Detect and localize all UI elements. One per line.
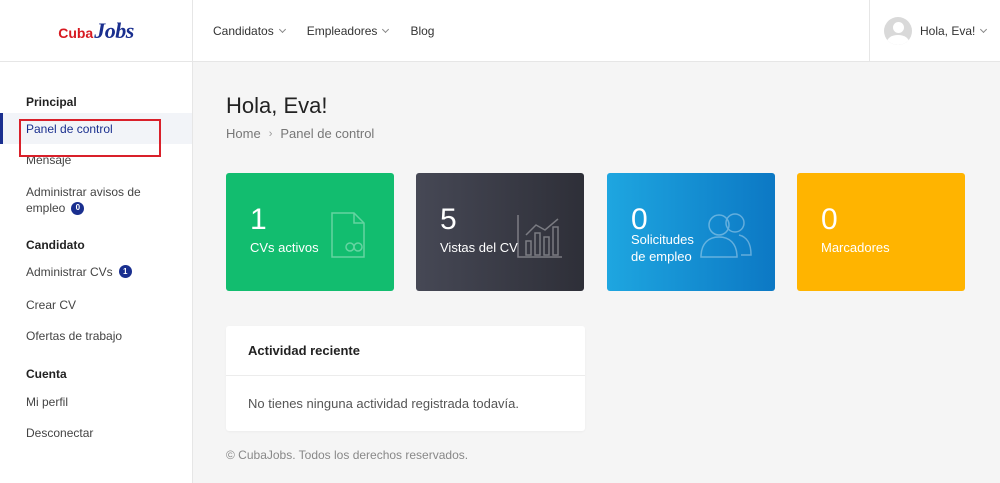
chevron-down-icon <box>382 25 390 33</box>
stat-value: 1 <box>250 203 267 236</box>
activity-title: Actividad reciente <box>226 326 585 376</box>
sidebar-item-label: Ofertas de trabajo <box>26 328 123 343</box>
section-title-candidato: Candidato <box>26 238 85 252</box>
section-title-cuenta: Cuenta <box>26 367 67 381</box>
breadcrumb-separator: › <box>268 127 273 140</box>
stat-card-marcadores[interactable]: 0 Marcadores <box>797 173 965 291</box>
sidebar-item-mi-perfil[interactable]: Mi perfil <box>0 386 192 417</box>
sidebar-item-label: Crear CV <box>26 297 77 312</box>
nav-candidatos[interactable]: Candidatos <box>213 23 286 38</box>
stat-value: 5 <box>440 203 457 236</box>
chevron-down-icon <box>278 25 286 33</box>
chevron-down-icon <box>980 25 988 34</box>
stat-label-line2: de empleo <box>631 249 692 264</box>
count-badge: 1 <box>118 265 132 278</box>
stat-label-line1: Solicitudes <box>631 232 694 247</box>
sidebar-item-label: Administrar CVs <box>26 264 113 279</box>
document-link-icon <box>331 212 365 258</box>
sidebar-item-label-line2-wrap: empleo 0 <box>26 200 192 216</box>
nav-empleadores[interactable]: Empleadores <box>306 23 390 38</box>
highlight-annotation-box <box>19 119 161 157</box>
top-header: Cuba Jobs Candidatos Empleadores Blog Ho… <box>0 0 1000 62</box>
nav-blog[interactable]: Blog <box>410 24 434 38</box>
count-badge: 0 <box>71 201 85 215</box>
bar-chart-icon <box>517 215 562 258</box>
cubajobs-logo[interactable]: Cuba Jobs <box>58 18 134 44</box>
logo-container[interactable]: Cuba Jobs <box>0 0 193 62</box>
sidebar-item-administrar-cvs[interactable]: Administrar CVs 1 <box>0 256 192 287</box>
sidebar-item-label: Desconectar <box>26 425 94 440</box>
stat-card-cvs-activos[interactable]: 1 CVs activos <box>226 173 394 291</box>
stat-value: 0 <box>821 203 838 236</box>
stat-label: Vistas del CV <box>440 240 518 255</box>
section-title-principal: Principal <box>26 95 77 109</box>
nav-candidatos-label: Candidatos <box>213 23 274 38</box>
user-greeting: Hola, Eva! <box>920 24 976 38</box>
breadcrumb-current: Panel de control <box>280 126 375 141</box>
sidebar-item-label: empleo <box>26 201 66 215</box>
logo-text-jobs: Jobs <box>94 18 134 43</box>
activity-empty-text: No tienes ninguna actividad registrada t… <box>248 396 520 411</box>
sidebar-item-label: Mi perfil <box>26 394 69 409</box>
stat-label: Solicitudes de empleo <box>631 231 694 265</box>
stat-card-vistas-del-cv[interactable]: 5 Vistas del CV <box>416 173 584 291</box>
sidebar-item-administrar-avisos[interactable]: Administrar avisos de empleo 0 <box>0 182 192 218</box>
breadcrumb-home[interactable]: Home <box>226 126 261 141</box>
stat-label: Marcadores <box>821 240 890 255</box>
main-nav: Candidatos Empleadores Blog <box>193 0 869 61</box>
stat-card-solicitudes[interactable]: 0 Solicitudes de empleo <box>607 173 775 291</box>
breadcrumb: Home › Panel de control <box>226 126 374 141</box>
nav-blog-label: Blog <box>410 23 435 38</box>
stat-label: CVs activos <box>250 240 319 255</box>
nav-empleadores-label: Empleadores <box>306 23 378 38</box>
sidebar-item-ofertas-de-trabajo[interactable]: Ofertas de trabajo <box>0 320 192 351</box>
logo-text-cuba: Cuba <box>58 25 94 41</box>
sidebar-item-desconectar[interactable]: Desconectar <box>0 417 192 448</box>
users-icon <box>700 213 752 258</box>
footer-copyright: © CubaJobs. Todos los derechos reservado… <box>226 448 469 462</box>
avatar <box>884 17 912 45</box>
page-title: Hola, Eva! <box>226 93 328 118</box>
sidebar-item-label: Administrar avisos de <box>26 185 141 199</box>
sidebar-item-crear-cv[interactable]: Crear CV <box>0 289 192 320</box>
recent-activity-panel: Actividad reciente No tienes ninguna act… <box>226 326 585 431</box>
user-menu[interactable]: Hola, Eva! <box>869 0 1000 62</box>
